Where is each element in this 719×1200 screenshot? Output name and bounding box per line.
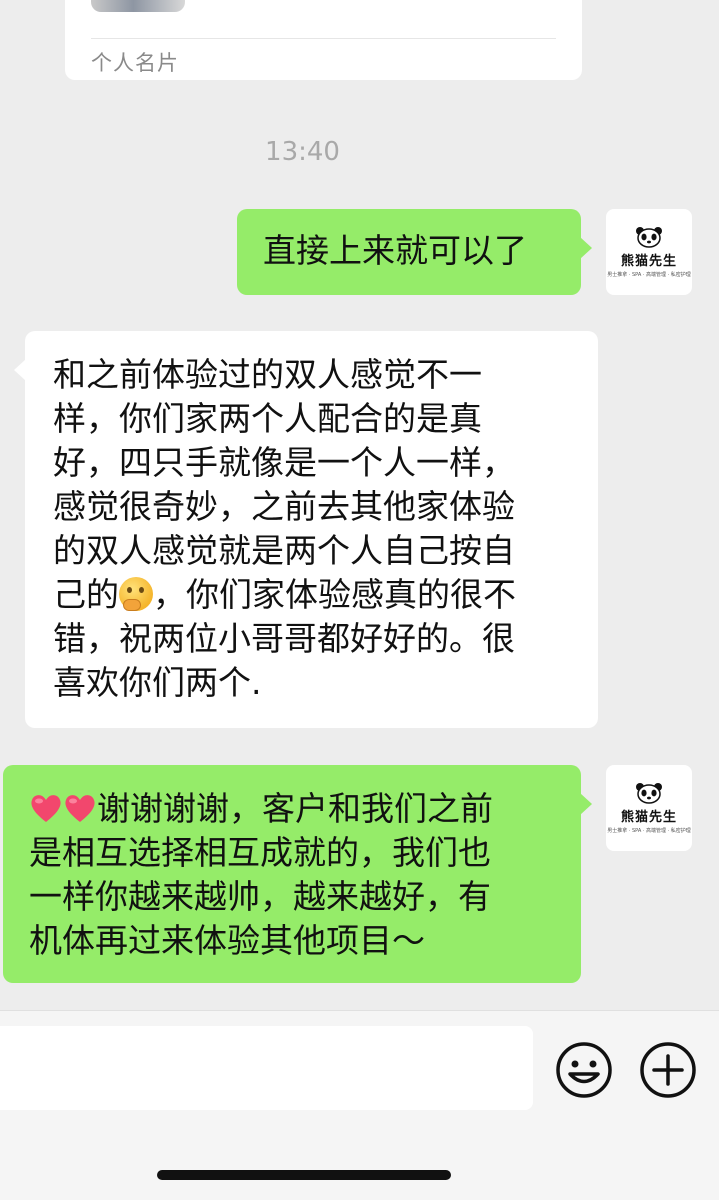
message-line-with-emoji: 谢谢谢谢，客户和我们之前: [29, 787, 571, 831]
brand-tagline: 男士推拿 · SPA · 高端管理 · 私密护理: [607, 272, 691, 278]
message-line-suffix: ，你们家体验感真的很不: [153, 575, 516, 614]
message-line: 机体再过来体验其他项目～: [29, 921, 425, 960]
message-text: 直接上来就可以了: [263, 231, 527, 270]
contact-card[interactable]: 个人名片: [65, 0, 582, 80]
heart-icon: [65, 795, 95, 822]
message-line: 是相互选择相互成就的，我们也: [29, 833, 491, 872]
message-line: 喜欢你们两个.: [53, 663, 262, 702]
self-avatar[interactable]: 熊猫先生 男士推拿 · SPA · 高端管理 · 私密护理: [606, 765, 692, 851]
message-timestamp: 13:40: [265, 137, 340, 167]
self-avatar[interactable]: 熊猫先生 男士推拿 · SPA · 高端管理 · 私密护理: [606, 209, 692, 295]
smiley-icon[interactable]: [555, 1041, 613, 1099]
message-line: 的双人感觉就是两个人自己按自: [53, 531, 515, 570]
message-line: 好，四只手就像是一个人一样，: [53, 443, 515, 482]
message-bubble-self[interactable]: 直接上来就可以了: [237, 209, 592, 295]
divider: [91, 38, 556, 39]
thinking-face-icon: [119, 577, 153, 611]
message-line: 和之前体验过的双人感觉不一: [53, 355, 482, 394]
message-input[interactable]: [0, 1026, 533, 1110]
message-line-prefix: 己的: [53, 575, 119, 614]
message-line-text: 谢谢谢谢，客户和我们之前: [97, 789, 493, 828]
panda-logo-icon: [636, 783, 662, 804]
message-line: 感觉很奇妙，之前去其他家体验: [53, 487, 515, 526]
message-bubble-self[interactable]: 谢谢谢谢，客户和我们之前 是相互选择相互成就的，我们也 一样你越来越帅，越来越好…: [3, 765, 592, 983]
message-line-with-emoji: 己的 ，你们家体验感真的很不: [53, 573, 578, 617]
brand-name: 熊猫先生: [620, 810, 677, 825]
message-line: 一样你越来越帅，越来越好，有: [29, 877, 491, 916]
brand-name: 熊猫先生: [620, 254, 677, 269]
chat-screen: 个人名片 13:40 直接上来就可以了 熊猫先生 男士推拿 · SPA · 高端…: [0, 0, 719, 1200]
message-line: 错，祝两位小哥哥都好好的。很: [53, 619, 515, 658]
message-line: 样，你们家两个人配合的是真: [53, 399, 482, 438]
panda-logo-icon: [636, 227, 662, 248]
message-bubble-other[interactable]: 和之前体验过的双人感觉不一 样，你们家两个人配合的是真 好，四只手就像是一个人一…: [14, 331, 598, 728]
contact-card-avatar: [91, 0, 185, 12]
home-indicator[interactable]: [157, 1170, 451, 1180]
plus-circle-icon[interactable]: [639, 1041, 697, 1099]
heart-icon: [31, 795, 61, 822]
contact-card-label: 个人名片: [91, 51, 179, 75]
brand-tagline: 男士推拿 · SPA · 高端管理 · 私密护理: [607, 828, 691, 834]
